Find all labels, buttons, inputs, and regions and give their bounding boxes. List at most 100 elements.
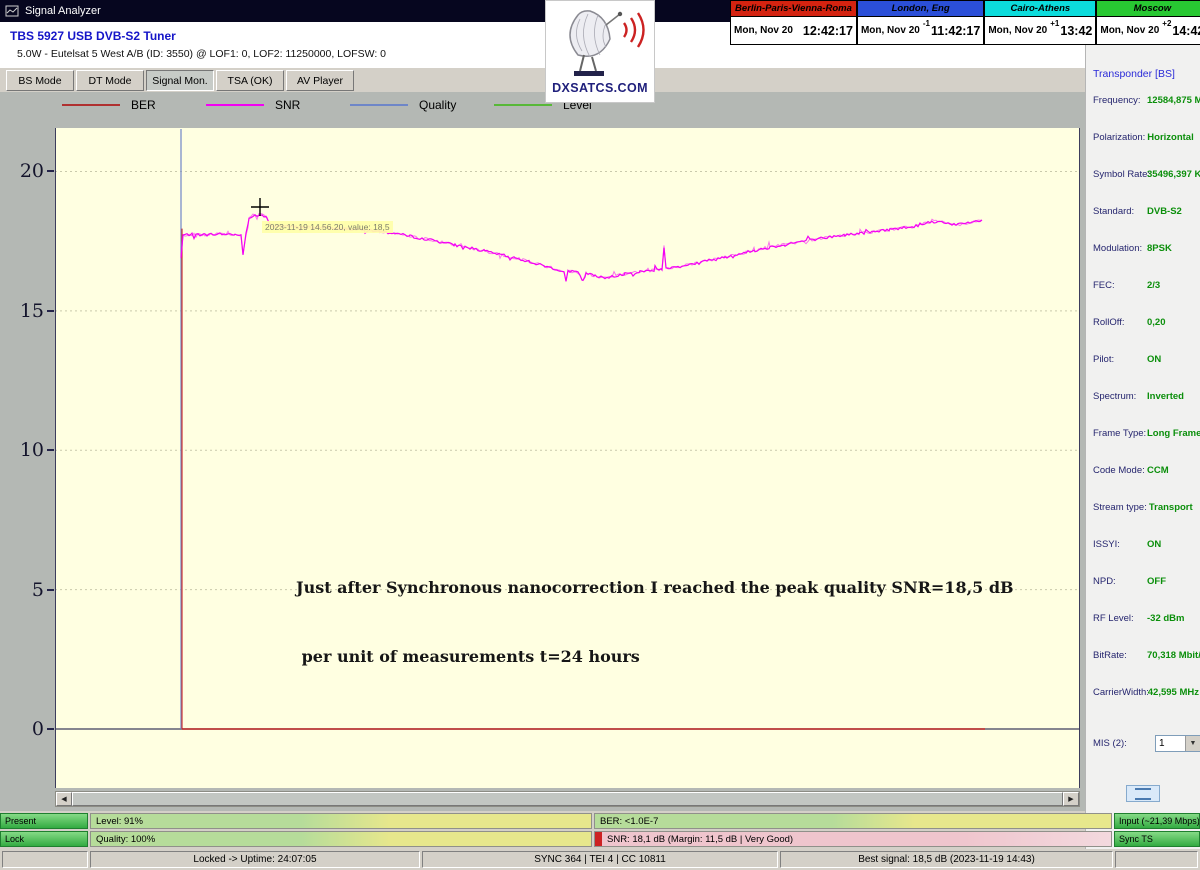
- transponder-row: NPD:OFF: [1093, 576, 1199, 613]
- status-row-1: Present Level: 91% BER: <1.0E-7 Input (~…: [0, 813, 1200, 829]
- y-axis-tick: [47, 589, 54, 591]
- app-icon: [5, 4, 19, 18]
- transponder-value: OFF: [1147, 576, 1166, 587]
- uptime-panel: Locked -> Uptime: 24:07:05: [90, 851, 420, 868]
- transponder-label: FEC:: [1093, 280, 1145, 291]
- scroll-right-arrow-icon[interactable]: ▶: [1063, 792, 1079, 806]
- transponder-label: ISSYI:: [1093, 539, 1145, 550]
- sync-counters-panel: SYNC 364 | TEI 4 | CC 10811: [422, 851, 778, 868]
- clock-date: Mon, Nov 20: [1100, 25, 1159, 36]
- window-title: Signal Analyzer: [25, 5, 101, 17]
- y-axis-label: 10: [0, 439, 44, 461]
- transponder-value: Transport: [1149, 502, 1193, 513]
- transponder-value: 8PSK: [1147, 243, 1172, 254]
- clock-time: 13:42: [1060, 24, 1092, 38]
- transponder-value: 35496,397 KS/s: [1147, 169, 1200, 180]
- y-axis-label: 20: [0, 160, 44, 182]
- transponder-label: Symbol Rate:: [1093, 169, 1145, 180]
- transponder-value: CCM: [1147, 465, 1169, 476]
- snr-bar: SNR: 18,1 dB (Margin: 11,5 dB | Very Goo…: [594, 831, 1112, 847]
- tab-tsa[interactable]: TSA (OK): [216, 70, 284, 91]
- panel-button[interactable]: [1126, 785, 1160, 802]
- tab-dt-mode[interactable]: DT Mode: [76, 70, 144, 91]
- chart-annotation: Just after Synchronous nanocorrection I …: [296, 530, 1014, 714]
- transponder-row: Pilot:ON: [1093, 354, 1199, 391]
- clock-city: Cairo-Athens: [985, 1, 1095, 17]
- satellite-dish-icon: [548, 1, 652, 79]
- transponder-label: Spectrum:: [1093, 391, 1145, 402]
- clock-time: 12:42:17: [803, 24, 853, 38]
- transponder-header: Transponder [BS]: [1093, 68, 1175, 80]
- mode-tabs: BS Mode DT Mode Signal Mon. TSA (OK) AV …: [0, 68, 1085, 92]
- transponder-label: Frame Type:: [1093, 428, 1145, 439]
- clock-date: Mon, Nov 20: [861, 25, 920, 36]
- transponder-label: Code Mode:: [1093, 465, 1145, 476]
- clock-london: London, Eng Mon, Nov 20 -1 11:42:17: [857, 0, 984, 45]
- transponder-value: ON: [1147, 354, 1161, 365]
- transponder-row: Stream type:Transport: [1093, 502, 1199, 539]
- transponder-label: BitRate:: [1093, 650, 1145, 661]
- y-axis-tick: [47, 728, 54, 730]
- mis-label: MIS (2):: [1093, 738, 1145, 749]
- legend-item-snr: SNR: [206, 98, 350, 112]
- y-axis-tick: [47, 310, 54, 312]
- transponder-sidebar: Transponder [BS] Frequency:12584,875 MHz…: [1085, 45, 1200, 870]
- clock-cairo: Cairo-Athens Mon, Nov 20 +1 13:42: [984, 0, 1096, 45]
- signal-monitor-panel: BER SNR Quality Level 2023-11-19 14.56.2…: [0, 92, 1085, 811]
- transponder-value: DVB-S2: [1147, 206, 1182, 217]
- mis-row: MIS (2): 1 ▼: [1093, 735, 1200, 752]
- transponder-row: Modulation:8PSK: [1093, 243, 1199, 280]
- ber-line-swatch: [62, 104, 120, 106]
- transponder-value: Horizontal: [1147, 132, 1193, 143]
- chart-plot-area[interactable]: 2023-11-19 14.56.20, value: 18,5 Just af…: [55, 128, 1080, 788]
- chart-horizontal-scrollbar[interactable]: ◀ ▶: [55, 791, 1080, 807]
- clock-date: Mon, Nov 20: [988, 25, 1047, 36]
- legend-item-ber: BER: [62, 98, 206, 112]
- transponder-label: NPD:: [1093, 576, 1145, 587]
- transponder-row: FEC:2/3: [1093, 280, 1199, 317]
- transponder-row: Frame Type:Long Frame: [1093, 428, 1199, 465]
- quality-line-swatch: [350, 104, 408, 106]
- transponder-value: Long Frame: [1147, 428, 1200, 439]
- y-axis-tick: [47, 170, 54, 172]
- transponder-row: BitRate:70,318 Mbit/s: [1093, 650, 1199, 687]
- chevron-down-icon[interactable]: ▼: [1185, 736, 1200, 751]
- clock-city: London, Eng: [858, 1, 983, 17]
- transponder-label: Stream type:: [1093, 502, 1147, 513]
- input-badge: Input (~21,39 Mbps): [1114, 813, 1200, 829]
- legend-item-quality: Quality: [350, 98, 494, 112]
- status-panel-blank-left: [2, 851, 88, 868]
- transponder-row: CarrierWidth:42,595 MHz: [1093, 687, 1199, 724]
- transponder-value: 70,318 Mbit/s: [1147, 650, 1200, 661]
- mis-select[interactable]: 1 ▼: [1155, 735, 1200, 752]
- scrollbar-thumb[interactable]: [72, 792, 1063, 806]
- signal-analyzer-window: Signal Analyzer Berlin-Paris-Vienna-Roma…: [0, 0, 1200, 870]
- transponder-label: Pilot:: [1093, 354, 1145, 365]
- clock-berlin: Berlin-Paris-Vienna-Roma Mon, Nov 20 12:…: [730, 0, 857, 45]
- clock-time: 11:42:17: [931, 24, 980, 38]
- transponder-row: RollOff:0,20: [1093, 317, 1199, 354]
- ber-bar: BER: <1.0E-7: [594, 813, 1112, 829]
- transponder-row: Code Mode:CCM: [1093, 465, 1199, 502]
- tab-bs-mode[interactable]: BS Mode: [6, 70, 74, 91]
- tab-signal-mon[interactable]: Signal Mon.: [146, 70, 214, 91]
- transponder-value: 12584,875 MHz: [1147, 95, 1200, 106]
- scroll-left-arrow-icon[interactable]: ◀: [56, 792, 72, 806]
- transponder-value: 42,595 MHz: [1148, 687, 1199, 698]
- status-bar: Locked -> Uptime: 24:07:05 SYNC 364 | TE…: [0, 849, 1200, 870]
- transponder-value: ON: [1147, 539, 1161, 550]
- transponder-row: Symbol Rate:35496,397 KS/s: [1093, 169, 1199, 206]
- tab-av-player[interactable]: AV Player: [286, 70, 354, 91]
- transponder-rows: Frequency:12584,875 MHzPolarization:Hori…: [1093, 95, 1199, 724]
- clock-city: Moscow: [1097, 1, 1200, 17]
- clock-date: Mon, Nov 20: [734, 25, 793, 36]
- tuner-name: TBS 5927 USB DVB-S2 Tuner: [10, 29, 176, 43]
- clock-time: 14:42: [1172, 24, 1200, 38]
- transponder-label: Standard:: [1093, 206, 1145, 217]
- transponder-label: CarrierWidth:: [1093, 687, 1146, 698]
- transponder-row: Standard:DVB-S2: [1093, 206, 1199, 243]
- dxsatcs-logo: DXSATCS.COM: [545, 0, 655, 103]
- snr-line-swatch: [206, 104, 264, 106]
- level-line-swatch: [494, 104, 552, 106]
- transponder-row: Spectrum:Inverted: [1093, 391, 1199, 428]
